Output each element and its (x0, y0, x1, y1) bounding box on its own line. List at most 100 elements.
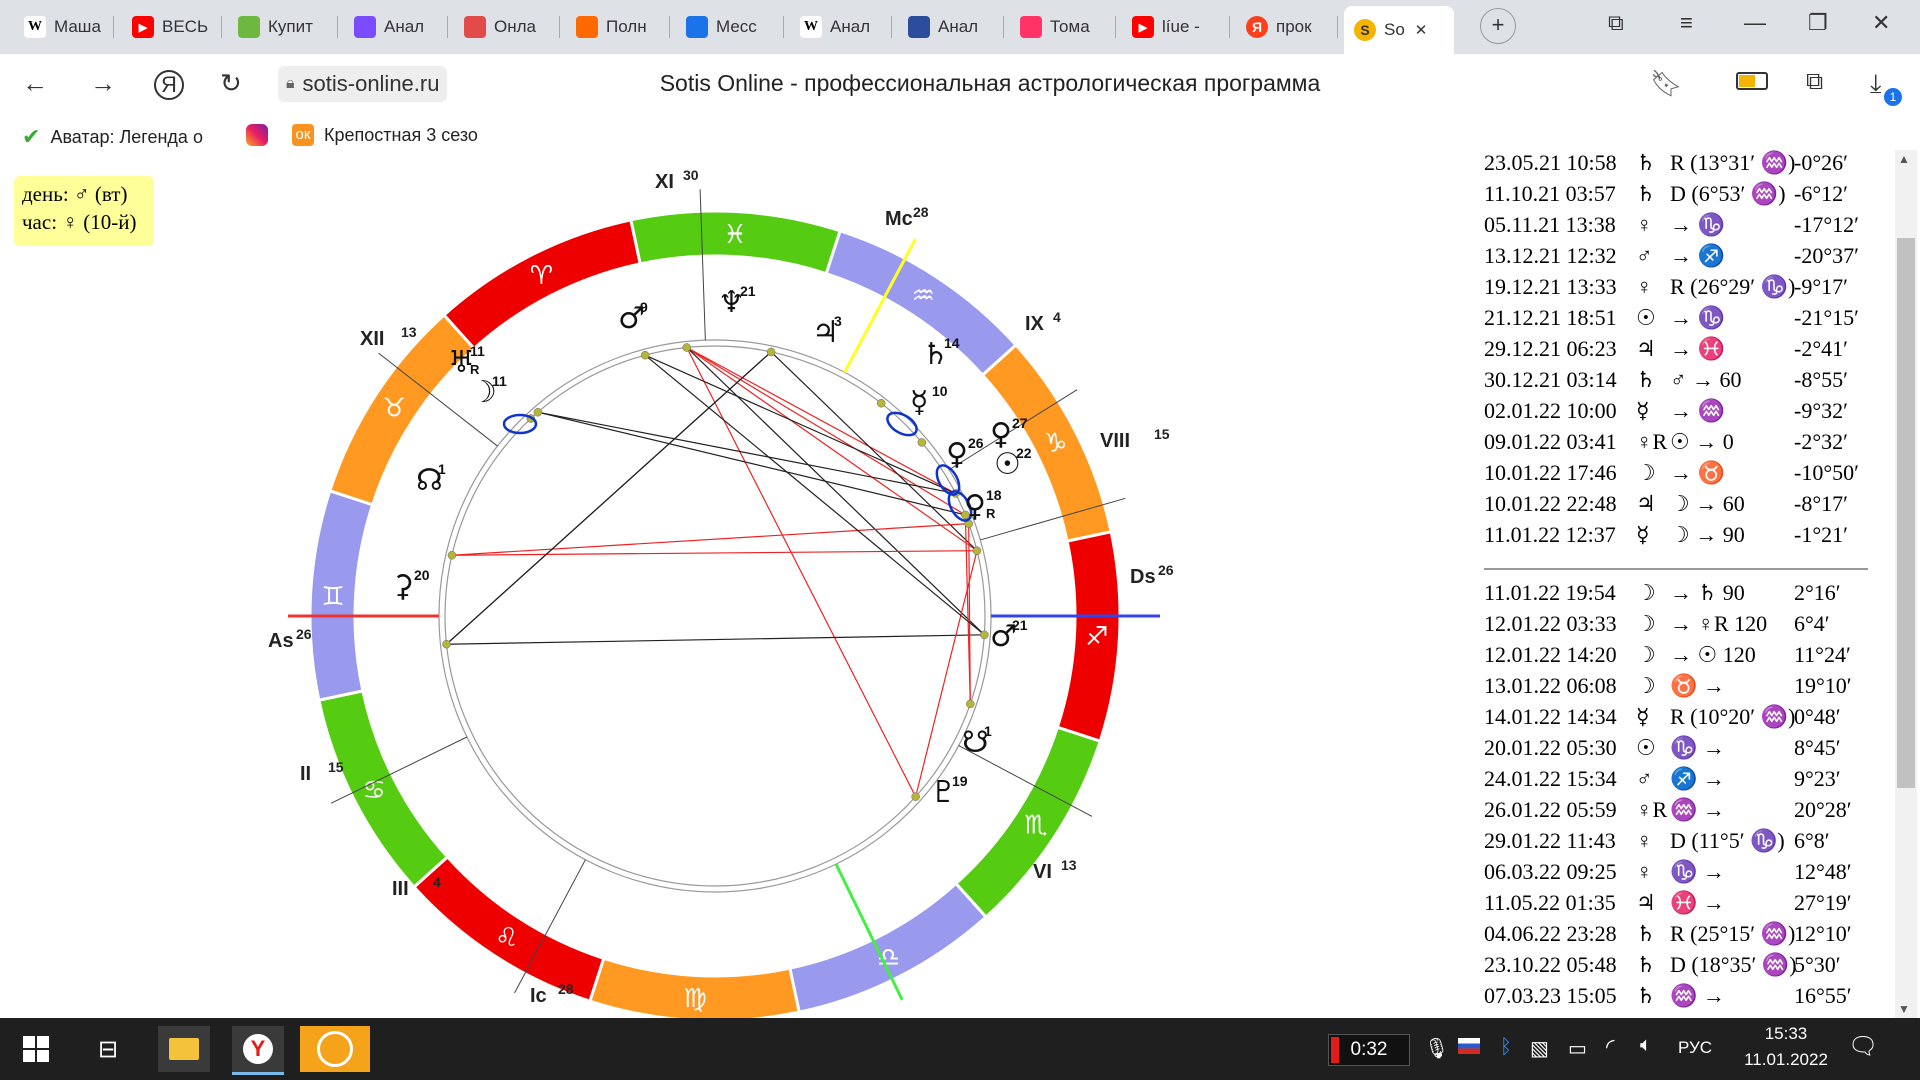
tab-separator (221, 16, 222, 38)
browser-tab[interactable]: Полн (566, 8, 670, 46)
recording-timer[interactable]: 0:32 (1328, 1034, 1410, 1066)
house-label: Ic (530, 985, 547, 1007)
downloads-icon[interactable]: ⤓ (1870, 68, 1882, 100)
microphone-icon[interactable]: 🎙︎ (1424, 1036, 1449, 1061)
browser-tab[interactable]: Анал (344, 8, 448, 46)
clock-time[interactable]: 15:33 (1740, 1024, 1832, 1044)
flame-icon (576, 16, 598, 38)
wifi-icon[interactable]: ◜ (1606, 1034, 1615, 1060)
wikipedia-icon: W (800, 16, 822, 38)
url-field[interactable]: 🔒︎ sotis-online.ru (278, 66, 448, 102)
browser-tab[interactable]: Анал (898, 8, 1004, 46)
close-window-icon[interactable]: ✕ (1872, 10, 1890, 36)
event-planet: ♄ (1636, 181, 1656, 206)
volume-icon[interactable]: 🔈︎ (1640, 1034, 1652, 1057)
planet-degree: 27 (1012, 415, 1028, 431)
tab-separator (337, 16, 338, 38)
event-date: 12.01.22 14:20 (1484, 642, 1617, 667)
scroll-down-icon[interactable]: ▼ (1898, 1002, 1910, 1016)
yandex-home-icon[interactable]: Я (154, 70, 184, 100)
tab-label: Полн (606, 17, 647, 36)
close-tab-icon[interactable]: ✕ (1415, 21, 1428, 39)
planet-degree: 14 (944, 335, 960, 351)
page-content: день: ♂ (вт) час: ♀ (10-й) ♓ ♒ ♑ ♐ ♏ ♎ ♍ ♌ ♋ ♊ ♉ ♈ X… (0, 150, 1920, 1018)
reload-icon[interactable]: ↻ (220, 68, 242, 99)
browser-tab[interactable]: W Маша (14, 8, 114, 46)
event-date: 29.01.22 11:43 (1484, 828, 1616, 853)
messenger-icon (686, 16, 708, 38)
menu-icon[interactable]: ≡ (1680, 10, 1693, 36)
planet-degree: 9 (640, 299, 648, 315)
battery-saver-icon[interactable] (1736, 72, 1768, 90)
browser-tab[interactable]: Купит (228, 8, 338, 46)
task-view-icon[interactable]: ⊟ (82, 1026, 134, 1072)
planet-glyph[interactable]: ☿ (910, 385, 928, 420)
tab-separator (1115, 16, 1116, 38)
scrollbar-thumb[interactable] (1897, 238, 1915, 788)
planet-position-dot (640, 350, 650, 360)
planet-glyph[interactable]: ♀ (964, 489, 986, 524)
event-date: 11.10.21 03:57 (1484, 181, 1616, 206)
tab-label: Анал (830, 17, 871, 36)
back-icon[interactable]: ← (22, 68, 48, 99)
forward-icon[interactable]: → (90, 68, 116, 99)
event-action: → ♉ (1670, 460, 1725, 485)
event-action: ☽ → 90 (1670, 522, 1745, 547)
event-planet: ☉ (1636, 735, 1656, 760)
house-degree: 4 (433, 874, 441, 890)
browser-tab[interactable]: Месс (676, 8, 784, 46)
event-planet: ♄ (1636, 952, 1656, 977)
planet-retrograde-mark: R (986, 506, 996, 521)
bookmark-item[interactable]: ✔ Аватар: Легенда о (22, 124, 203, 150)
windows-start-icon[interactable] (10, 1026, 62, 1072)
bluetooth-icon[interactable]: ᛒ (1500, 1036, 1512, 1059)
russian-flag-icon[interactable] (1458, 1038, 1480, 1059)
tab-label: Купит (268, 17, 313, 36)
instagram-bookmark[interactable] (246, 124, 268, 146)
event-planet: ♀ (1636, 212, 1653, 237)
event-planet: ☽ (1636, 611, 1656, 636)
event-value: 2°16′ (1794, 580, 1841, 605)
planet-glyph[interactable]: ♀ (946, 437, 968, 472)
minimize-icon[interactable]: — (1744, 10, 1766, 36)
event-date: 29.12.21 06:23 (1484, 336, 1617, 361)
scroll-up-icon[interactable]: ▲ (1898, 152, 1910, 166)
zodiac-sign-glyph: ♓ (723, 220, 746, 250)
bookmark-item[interactable]: ок Крепостная 3 сезо (292, 124, 478, 146)
collections-icon[interactable]: ⧉ (1806, 68, 1823, 96)
file-explorer-icon[interactable] (158, 1026, 210, 1072)
event-planet: ♀ (1636, 274, 1653, 299)
yandex-browser-icon[interactable]: Y (232, 1026, 284, 1075)
event-date: 30.12.21 03:14 (1484, 367, 1617, 392)
event-planet: ☿ (1636, 398, 1650, 423)
clock-date[interactable]: 11.01.2022 (1732, 1050, 1840, 1070)
new-tab-icon[interactable]: + (1480, 8, 1516, 44)
browser-tab[interactable]: ▶ líue - (1122, 8, 1230, 46)
browser-tab[interactable]: S So ✕ (1344, 6, 1454, 54)
notifications-icon[interactable]: 🗨︎ (1848, 1032, 1878, 1061)
event-value: 0°48′ (1794, 704, 1841, 729)
browser-tab[interactable]: Онла (454, 8, 560, 46)
browser-tab[interactable]: ▶ ВЕСЬ (122, 8, 222, 46)
event-date: 20.01.22 05:30 (1484, 735, 1617, 760)
pen-tablet-icon[interactable]: ▧ (1530, 1036, 1549, 1061)
restore-icon[interactable]: ❐ (1808, 10, 1828, 36)
zodiac-sign-glyph: ♑ (1044, 428, 1067, 458)
event-value: -9°32′ (1794, 398, 1848, 423)
input-language[interactable]: РУС (1678, 1038, 1712, 1058)
house-degree: 26 (1158, 562, 1174, 578)
event-planet: ♀R (1636, 429, 1668, 454)
battery-icon[interactable]: ▭ (1568, 1036, 1587, 1061)
browser-tab[interactable]: W Анал (790, 8, 892, 46)
recorder-app-icon[interactable] (300, 1026, 370, 1072)
tab-manager-icon[interactable]: ⧉ (1608, 10, 1624, 36)
browser-tab[interactable]: Тома (1010, 8, 1116, 46)
bookmark-icon[interactable]: 🔖︎ (1650, 68, 1683, 99)
event-planet: ☿ (1636, 522, 1650, 547)
browser-tab[interactable]: Япрок (1236, 8, 1338, 46)
wikipedia-icon: W (24, 16, 46, 38)
event-action: ♓ → (1670, 890, 1725, 915)
planet-glyph[interactable]: ⚳ (392, 569, 414, 604)
event-value: 12°48′ (1794, 859, 1852, 884)
natal-chart[interactable]: ♓♒♑♐♏♎♍♌♋♊♉♈XI 30Mc 28IX 4VIII 15Ds 26VI 13Ic 2… (0, 150, 1180, 1018)
